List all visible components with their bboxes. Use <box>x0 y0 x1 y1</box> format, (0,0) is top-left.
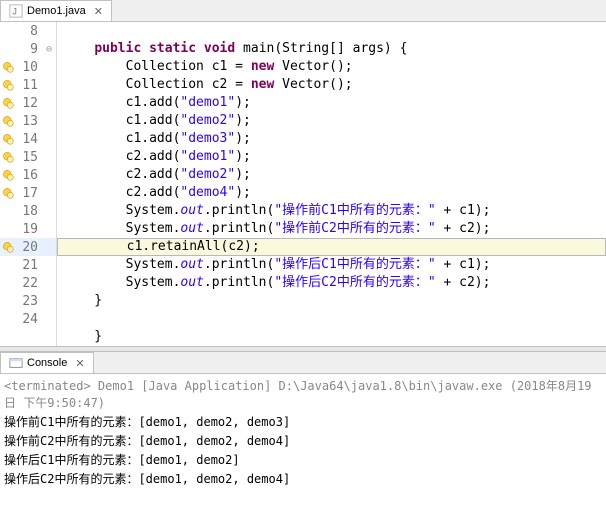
file-tab-label: Demo1.java <box>27 5 86 17</box>
svg-text:J: J <box>13 7 17 17</box>
code-line[interactable]: } <box>57 328 606 346</box>
line-number: 17 <box>16 186 42 201</box>
line-number: 11 <box>16 78 42 93</box>
code-line[interactable]: } <box>57 292 606 310</box>
warning-icon <box>0 169 16 181</box>
warning-icon <box>0 61 16 73</box>
line-number: 24 <box>16 312 42 327</box>
java-file-icon: J <box>9 4 23 18</box>
close-icon[interactable]: ✕ <box>94 5 103 18</box>
console-line: 操作后C1中所有的元素：[demo1, demo2] <box>4 450 602 469</box>
console-tab[interactable]: Console ✕ <box>0 352 94 373</box>
console-output[interactable]: <terminated> Demo1 [Java Application] D:… <box>0 373 606 490</box>
code-line[interactable]: System.out.println("操作后C1中所有的元素：" + c1); <box>57 256 606 274</box>
line-number: 8 <box>16 24 42 39</box>
code-line[interactable]: c1.add("demo1"); <box>57 94 606 112</box>
code-line[interactable]: c1.add("demo3"); <box>57 130 606 148</box>
code-line[interactable] <box>57 310 606 328</box>
code-line[interactable]: public static void main(String[] args) { <box>57 40 606 58</box>
file-tab[interactable]: J Demo1.java ✕ <box>0 0 112 21</box>
code-line[interactable]: System.out.println("操作前C1中所有的元素：" + c1); <box>57 202 606 220</box>
line-number: 16 <box>16 168 42 183</box>
code-line[interactable]: c2.add("demo4"); <box>57 184 606 202</box>
code-line[interactable]: c2.add("demo1"); <box>57 148 606 166</box>
console-line: 操作后C2中所有的元素：[demo1, demo2, demo4] <box>4 469 602 488</box>
warning-icon <box>0 133 16 145</box>
code-area[interactable]: public static void main(String[] args) {… <box>57 22 606 346</box>
console-line: 操作前C2中所有的元素：[demo1, demo2, demo4] <box>4 431 602 450</box>
line-number: 20 <box>16 240 42 255</box>
warning-icon <box>0 97 16 109</box>
line-number: 9 <box>16 42 42 57</box>
warning-icon <box>0 115 16 127</box>
line-number: 21 <box>16 258 42 273</box>
line-number: 10 <box>16 60 42 75</box>
line-number: 23 <box>16 294 42 309</box>
console-line: 操作前C1中所有的元素：[demo1, demo2, demo3] <box>4 412 602 431</box>
editor-tab-bar: J Demo1.java ✕ <box>0 0 606 22</box>
console-icon <box>9 356 23 370</box>
gutter: 8 9⊖10 11 12 13 14 15 16 17 18 19 20 21 22 23 24 <box>0 22 57 346</box>
warning-icon <box>0 79 16 91</box>
code-line[interactable]: System.out.println("操作后C2中所有的元素：" + c2); <box>57 274 606 292</box>
code-line[interactable]: Collection c2 = new Vector(); <box>57 76 606 94</box>
code-editor[interactable]: 8 9⊖10 11 12 13 14 15 16 17 18 19 20 21 22 23 24 public… <box>0 22 606 346</box>
warning-icon <box>0 241 16 253</box>
code-line[interactable]: c2.add("demo2"); <box>57 166 606 184</box>
line-number: 22 <box>16 276 42 291</box>
warning-icon <box>0 151 16 163</box>
terminated-line: <terminated> Demo1 [Java Application] D:… <box>4 376 602 412</box>
line-number: 13 <box>16 114 42 129</box>
warning-icon <box>0 187 16 199</box>
close-icon[interactable]: ✕ <box>75 357 84 370</box>
code-line[interactable]: c1.retainAll(c2); <box>57 238 606 256</box>
line-number: 15 <box>16 150 42 165</box>
line-number: 19 <box>16 222 42 237</box>
line-number: 12 <box>16 96 42 111</box>
fold-toggle[interactable]: ⊖ <box>42 44 56 55</box>
line-number: 18 <box>16 204 42 219</box>
console-tab-label: Console <box>27 357 67 369</box>
line-number: 14 <box>16 132 42 147</box>
code-line[interactable]: c1.add("demo2"); <box>57 112 606 130</box>
console-tab-bar: Console ✕ <box>0 352 606 373</box>
code-line[interactable]: Collection c1 = new Vector(); <box>57 58 606 76</box>
code-line[interactable]: System.out.println("操作前C2中所有的元素：" + c2); <box>57 220 606 238</box>
code-line[interactable] <box>57 22 606 40</box>
